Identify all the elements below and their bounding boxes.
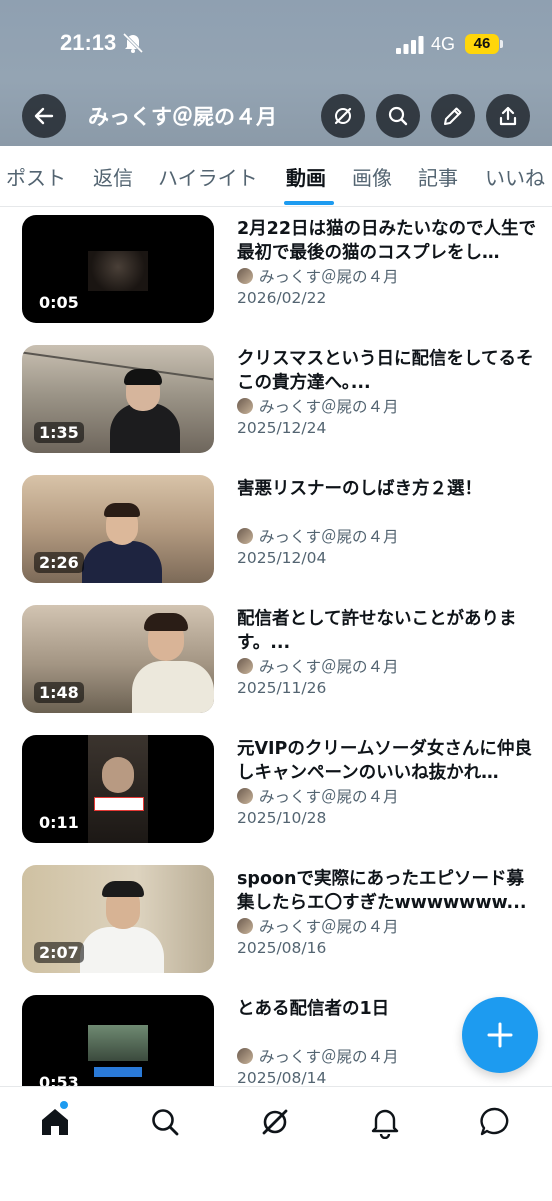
video-item[interactable]: 0:11 元VIPのクリームソーダ女さんに仲良しキャンペーンのいいね抜かれ… み… [0, 727, 552, 857]
grok-icon[interactable] [258, 1105, 292, 1139]
home-icon[interactable] [38, 1105, 72, 1139]
active-tab-indicator [284, 201, 334, 205]
video-thumbnail[interactable]: 0:53 [22, 995, 214, 1087]
video-thumbnail[interactable]: 2:26 [22, 475, 214, 583]
profile-tabs: ポスト 返信 ハイライト 動画 画像 記事 いいね [0, 146, 552, 207]
avatar [237, 1048, 253, 1064]
video-author: みっくす＠屍の４月 [237, 785, 399, 807]
video-author: みっくす＠屍の４月 [237, 655, 399, 677]
video-title: 2月22日は猫の日みたいなので人生で最初で最後の猫のコスプレをし… [237, 219, 537, 263]
author-name: みっくす＠屍の４月 [259, 528, 399, 546]
video-date: 2025/12/04 [237, 549, 327, 567]
author-name: みっくす＠屍の４月 [259, 268, 399, 286]
compose-button[interactable] [462, 997, 538, 1073]
grok-button[interactable] [321, 94, 365, 138]
battery-tip [500, 40, 503, 48]
video-thumbnail[interactable]: 1:35 [22, 345, 214, 453]
video-thumbnail[interactable]: 2:07 [22, 865, 214, 973]
battery-level: 46 [465, 34, 499, 54]
tab-highlights[interactable]: ハイライト [158, 162, 258, 191]
video-duration: 2:26 [34, 552, 84, 573]
video-duration: 1:35 [34, 422, 84, 443]
video-title: 害悪リスナーのしばき方２選！ [237, 479, 482, 499]
video-date: 2025/11/26 [237, 679, 327, 697]
author-name: みっくす＠屍の４月 [259, 1048, 399, 1066]
share-button[interactable] [486, 94, 530, 138]
avatar [237, 268, 253, 284]
author-name: みっくす＠屍の４月 [259, 788, 399, 806]
video-duration: 0:11 [39, 813, 79, 832]
search-button[interactable] [376, 94, 420, 138]
tab-posts[interactable]: ポスト [6, 162, 66, 191]
author-name: みっくす＠屍の４月 [259, 398, 399, 416]
edit-button[interactable] [431, 94, 475, 138]
search-icon [388, 106, 408, 126]
tab-videos[interactable]: 動画 [286, 162, 326, 191]
video-date: 2025/08/16 [237, 939, 327, 957]
video-item[interactable]: 1:48 配信者として許せないことがあります。... みっくす＠屍の４月 202… [0, 597, 552, 727]
avatar [237, 398, 253, 414]
video-author: みっくす＠屍の４月 [237, 915, 399, 937]
avatar [237, 658, 253, 674]
author-name: みっくす＠屍の４月 [259, 918, 399, 936]
tab-images[interactable]: 画像 [352, 162, 392, 191]
share-icon [499, 106, 517, 126]
video-title: 元VIPのクリームソーダ女さんに仲良しキャンペーンのいいね抜かれ… [237, 739, 532, 783]
video-title: 配信者として許せないことがあります。... [237, 609, 517, 653]
network-type: 4G [431, 34, 456, 54]
video-title: クリスマスという日に配信をしてるそこの貴方達へ｡... [237, 349, 534, 393]
profile-name: みっくす＠屍の４月 [88, 105, 277, 129]
search-icon[interactable] [148, 1105, 182, 1139]
profile-header: 21:13 4G 46 みっくす＠屍の４月 [0, 0, 552, 146]
bottom-navigation [0, 1086, 552, 1201]
avatar [237, 528, 253, 544]
signal-icon [396, 36, 424, 54]
video-author: みっくす＠屍の４月 [237, 265, 399, 287]
video-author: みっくす＠屍の４月 [237, 525, 399, 547]
video-date: 2025/08/14 [237, 1069, 327, 1087]
tab-articles[interactable]: 記事 [418, 162, 458, 191]
tab-likes[interactable]: いいね [485, 162, 545, 191]
video-list: 0:05 2月22日は猫の日みたいなので人生で最初で最後の猫のコスプレをし… み… [0, 207, 552, 1087]
video-thumbnail[interactable]: 0:11 [22, 735, 214, 843]
video-thumbnail[interactable]: 0:05 [22, 215, 214, 323]
grok-icon [334, 107, 352, 125]
plus-icon [487, 1022, 513, 1048]
video-duration: 2:07 [34, 942, 84, 963]
video-item[interactable]: 1:35 クリスマスという日に配信をしてるそこの貴方達へ｡... みっくす＠屍の… [0, 337, 552, 467]
pencil-icon [444, 107, 462, 125]
status-time: 21:13 [60, 30, 117, 55]
bell-off-icon [122, 33, 144, 53]
message-icon[interactable] [478, 1105, 512, 1139]
avatar [237, 788, 253, 804]
video-date: 2025/10/28 [237, 809, 327, 827]
avatar [237, 918, 253, 934]
video-title: spoonで実際にあったエピソード募集したらエ〇すぎたwwwwwww... [237, 869, 527, 913]
video-duration: 1:48 [34, 682, 84, 703]
notification-dot [60, 1101, 68, 1109]
video-duration: 0:53 [39, 1073, 79, 1087]
video-item[interactable]: 0:05 2月22日は猫の日みたいなので人生で最初で最後の猫のコスプレをし… み… [0, 207, 552, 337]
tab-replies[interactable]: 返信 [93, 162, 133, 191]
back-button[interactable] [22, 94, 66, 138]
author-name: みっくす＠屍の４月 [259, 658, 399, 676]
video-date: 2025/12/24 [237, 419, 327, 437]
video-duration: 0:05 [39, 293, 79, 312]
back-arrow-icon [34, 107, 54, 125]
video-item[interactable]: 2:26 害悪リスナーのしばき方２選！ みっくす＠屍の４月 2025/12/04 [0, 467, 552, 597]
video-date: 2026/02/22 [237, 289, 327, 307]
bell-icon[interactable] [368, 1105, 402, 1139]
video-author: みっくす＠屍の４月 [237, 395, 399, 417]
video-item[interactable]: 2:07 spoonで実際にあったエピソード募集したらエ〇すぎたwwwwwww.… [0, 857, 552, 987]
video-author: みっくす＠屍の４月 [237, 1045, 399, 1067]
video-thumbnail[interactable]: 1:48 [22, 605, 214, 713]
